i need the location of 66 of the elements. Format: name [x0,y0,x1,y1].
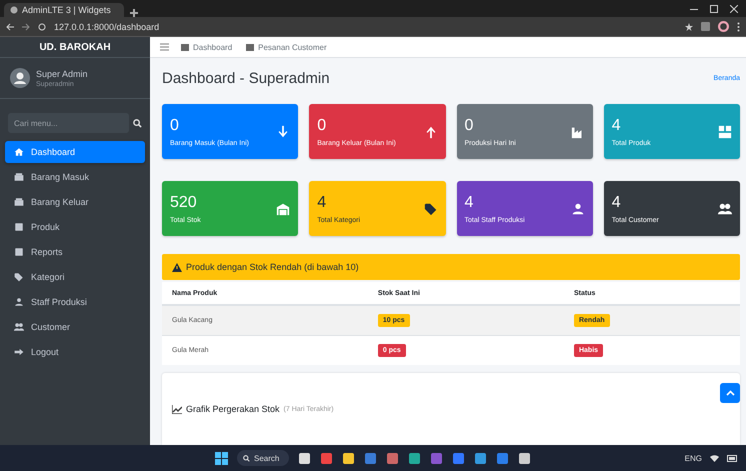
tag-icon [424,202,438,216]
warehouse-icon [276,202,290,216]
profile-icon[interactable] [718,21,729,32]
users-icon [14,322,24,332]
users-icon [718,202,732,216]
more-icon[interactable] [737,22,740,32]
taskbar-search[interactable]: Search [237,450,289,466]
nav-link[interactable]: Pesanan Customer [246,42,327,52]
browser-tab[interactable]: AdminLTE 3 | Widgets [4,3,124,17]
sidebar-item[interactable]: Kategori [5,266,145,288]
reload-icon[interactable] [38,22,46,30]
chart-title: Grafik Pergerakan Stok [186,404,280,414]
stat-value: 4 [612,194,622,212]
chart-line-icon [172,404,182,414]
search-icon [243,454,250,462]
stat-value: 520 [170,194,198,212]
sidebar-item[interactable]: Reports [5,241,145,263]
scroll-top-button[interactable] [720,383,740,403]
nav-link[interactable]: Dashboard [181,42,232,52]
avatar-icon [10,68,30,88]
search-field[interactable]: Cari menu... [8,113,129,133]
stat-value: 4 [464,194,474,212]
app-icon[interactable] [342,452,355,465]
sidebar-item[interactable]: Dashboard [5,141,145,163]
address-field[interactable]: 127.0.0.1:8000/dashboard [54,22,160,32]
boxes-icon [718,124,732,138]
sidebar-item[interactable]: Produk [5,216,145,238]
forward-icon[interactable] [22,22,30,30]
chevron-up-icon [726,390,734,396]
app-icon[interactable] [298,452,311,465]
person-icon [14,297,24,307]
app-icon[interactable] [408,452,421,465]
person-icon [570,202,585,216]
wifi-icon[interactable] [710,454,719,462]
plus-icon[interactable] [130,9,138,17]
search-icon[interactable] [133,118,142,128]
language-indicator[interactable]: ENG [684,454,702,463]
sidebar-item[interactable]: Staff Produksi [5,291,145,313]
home-icon [14,147,24,157]
sidebar-item[interactable]: Logout [5,341,145,363]
alert-title: Produk dengan Stok Rendah (di bawah 10) [186,262,359,272]
close-icon[interactable] [730,4,738,12]
stat-value: 0 [464,116,474,134]
app-icon[interactable] [474,452,487,465]
stat-value: 0 [317,116,328,134]
menu-icon[interactable] [160,43,169,51]
star-icon[interactable] [685,22,693,30]
stat-value: 4 [612,116,622,134]
tag-icon [14,272,24,282]
maximize-icon[interactable] [710,4,718,12]
sidebar-item[interactable]: Customer [5,316,145,338]
back-icon[interactable] [6,22,14,30]
user-name[interactable]: Super Admin [36,68,88,78]
sidebar-item[interactable]: Barang Masuk [5,166,145,188]
warning-icon [172,262,182,272]
app-icon[interactable] [518,452,531,465]
box-icon [14,172,24,182]
stat-value: 0 [170,116,180,134]
battery-icon[interactable] [727,454,738,462]
logout-icon [14,347,24,357]
start-icon[interactable] [215,452,228,465]
stat-value: 4 [317,194,328,212]
box-icon [14,197,24,207]
sidebar-item[interactable]: Barang Keluar [5,191,145,213]
brand-name[interactable]: UD. BAROKAH [39,42,111,52]
page-title: Dashboard - Superadmin [162,70,330,86]
